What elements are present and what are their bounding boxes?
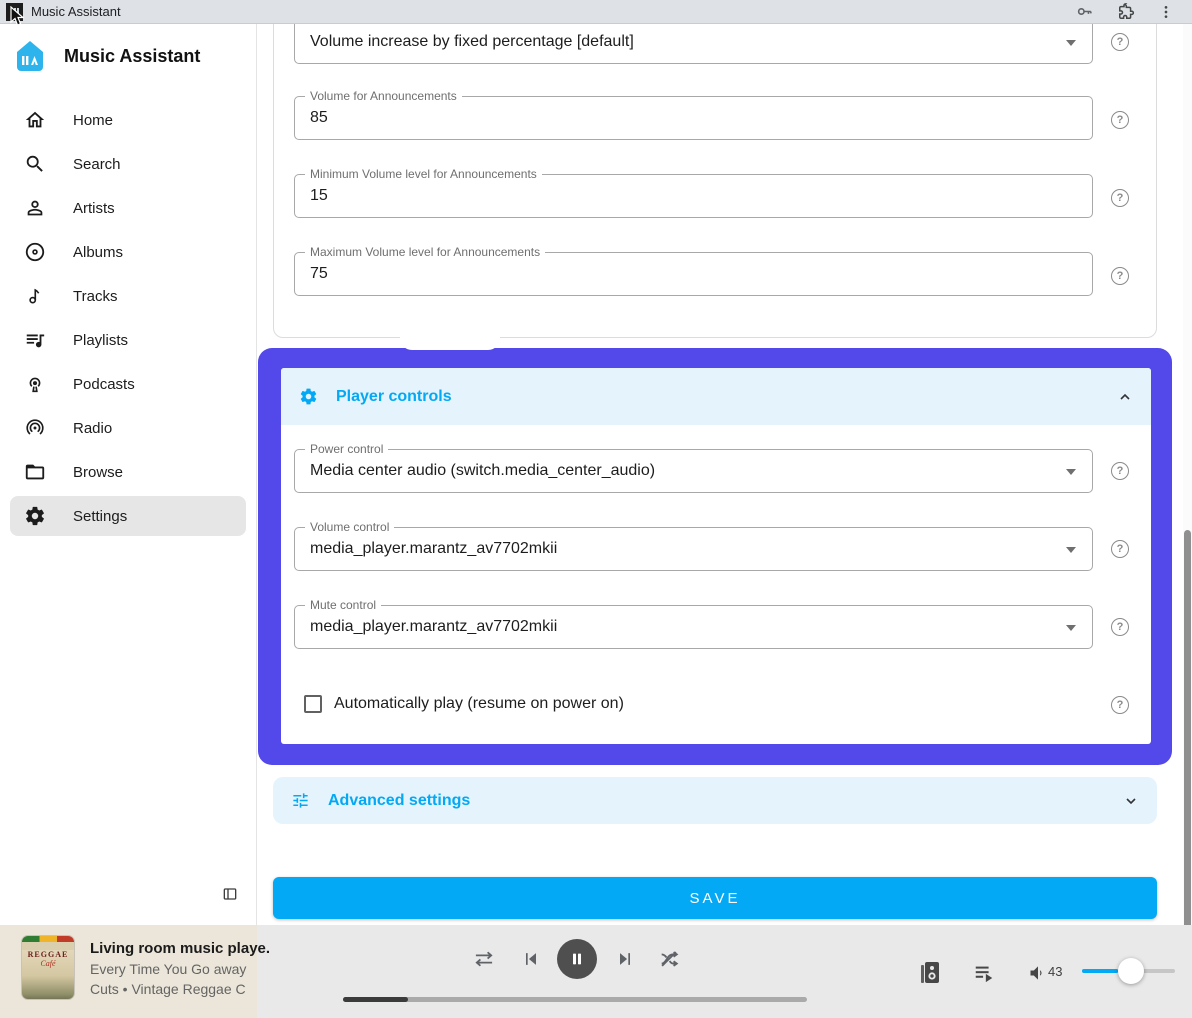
window-title: Music Assistant bbox=[31, 4, 1075, 19]
autoplay-checkbox[interactable] bbox=[304, 695, 322, 713]
mouse-cursor bbox=[10, 6, 26, 28]
chevron-down-icon bbox=[1066, 547, 1076, 553]
settings-content: Volume increase by fixed percentage [def… bbox=[257, 24, 1192, 925]
sidebar-item-label: Artists bbox=[73, 200, 115, 217]
sidebar-item-artists[interactable]: Artists bbox=[10, 188, 246, 228]
chevron-down-icon bbox=[1123, 793, 1139, 809]
player-controls-header[interactable]: Player controls bbox=[281, 368, 1151, 425]
sidebar-item-label: Settings bbox=[73, 508, 127, 525]
sidebar-item-settings[interactable]: Settings bbox=[10, 496, 246, 536]
sidebar-item-browse[interactable]: Browse bbox=[10, 452, 246, 492]
podcasts-icon bbox=[24, 373, 46, 395]
scrollbar-thumb[interactable] bbox=[1184, 530, 1191, 925]
sidebar-item-label: Search bbox=[73, 156, 121, 173]
progress-played bbox=[343, 997, 408, 1002]
volume-fill bbox=[1082, 969, 1118, 973]
advanced-settings-header[interactable]: Advanced settings bbox=[273, 777, 1157, 824]
section-title: Player controls bbox=[336, 388, 1117, 406]
now-playing-player-name: Living room music playe. bbox=[90, 940, 255, 957]
sidebar-item-label: Tracks bbox=[73, 288, 117, 305]
volume-icon[interactable] bbox=[1028, 963, 1048, 983]
mute-control-select[interactable]: Mute control media_player.marantz_av7702… bbox=[294, 605, 1093, 649]
sidebar-item-label: Albums bbox=[73, 244, 123, 261]
sidebar-item-search[interactable]: Search bbox=[10, 144, 246, 184]
autoplay-label: Automatically play (resume on power on) bbox=[334, 695, 624, 713]
settings-icon bbox=[24, 505, 46, 527]
pause-icon bbox=[569, 951, 585, 967]
sidebar-item-home[interactable]: Home bbox=[10, 100, 246, 140]
sidebar-item-label: Playlists bbox=[73, 332, 128, 349]
sidebar-item-albums[interactable]: Albums bbox=[10, 232, 246, 272]
volume-control-select[interactable]: Volume control media_player.marantz_av77… bbox=[294, 527, 1093, 571]
help-icon[interactable]: ? bbox=[1111, 540, 1129, 558]
save-button[interactable]: SAVE bbox=[273, 877, 1157, 919]
help-icon[interactable]: ? bbox=[1111, 462, 1129, 480]
page-scrollbar[interactable] bbox=[1183, 24, 1192, 925]
home-icon bbox=[24, 109, 46, 131]
cog-icon bbox=[299, 387, 318, 406]
sidebar-item-tracks[interactable]: Tracks bbox=[10, 276, 246, 316]
kebab-menu-icon[interactable] bbox=[1158, 3, 1174, 21]
sidebar-item-label: Podcasts bbox=[73, 376, 135, 393]
help-icon[interactable]: ? bbox=[1111, 111, 1129, 129]
sidebar-item-label: Browse bbox=[73, 464, 123, 481]
radio-icon bbox=[24, 417, 46, 439]
player-bar: REGGAE Café Living room music playe. Eve… bbox=[0, 925, 1192, 1018]
progress-bar[interactable] bbox=[343, 997, 807, 1002]
section-title: Advanced settings bbox=[328, 792, 1123, 810]
volume-thumb[interactable] bbox=[1118, 958, 1144, 984]
repeat-icon[interactable] bbox=[473, 950, 495, 968]
queue-playlist-icon[interactable] bbox=[972, 962, 996, 984]
now-playing-track: Every Time You Go away bbox=[90, 961, 255, 977]
extensions-puzzle-icon[interactable] bbox=[1116, 2, 1136, 22]
search-icon bbox=[24, 153, 46, 175]
chevron-down-icon bbox=[1066, 625, 1076, 631]
album-art[interactable]: REGGAE Café bbox=[22, 936, 74, 999]
artists-icon bbox=[24, 197, 46, 219]
collapse-sidebar-icon[interactable] bbox=[222, 886, 238, 902]
app-title: Music Assistant bbox=[64, 46, 200, 67]
albums-icon bbox=[24, 241, 46, 263]
help-icon[interactable]: ? bbox=[1111, 189, 1129, 207]
volume-slider[interactable] bbox=[1082, 969, 1175, 973]
pause-button[interactable] bbox=[557, 939, 597, 979]
sidebar-item-label: Radio bbox=[73, 420, 112, 437]
playlists-icon bbox=[24, 329, 46, 351]
now-playing-panel[interactable]: REGGAE Café Living room music playe. Eve… bbox=[0, 925, 257, 1018]
power-control-select[interactable]: Power control Media center audio (switch… bbox=[294, 449, 1093, 493]
tracks-icon bbox=[24, 285, 46, 307]
tune-icon bbox=[291, 791, 310, 810]
help-icon[interactable]: ? bbox=[1111, 33, 1129, 51]
chevron-up-icon[interactable] bbox=[1117, 389, 1133, 405]
player-controls-section: Player controls Power control Media cent… bbox=[258, 348, 1172, 765]
shuffle-off-icon[interactable] bbox=[658, 948, 680, 970]
sidebar: Music Assistant Home Search Artists Albu… bbox=[0, 24, 257, 925]
speaker-group-icon[interactable] bbox=[918, 960, 942, 986]
max-volume-field[interactable]: Maximum Volume level for Announcements 7… bbox=[294, 252, 1093, 296]
music-assistant-logo bbox=[12, 38, 48, 74]
window-titlebar: Music Assistant bbox=[0, 0, 1192, 24]
help-icon[interactable]: ? bbox=[1111, 267, 1129, 285]
help-icon[interactable]: ? bbox=[1111, 618, 1129, 636]
chevron-down-icon bbox=[1066, 469, 1076, 475]
browse-icon bbox=[24, 461, 46, 483]
skip-next-icon[interactable] bbox=[615, 949, 635, 969]
help-icon[interactable]: ? bbox=[1111, 696, 1129, 714]
volume-for-announcements-field[interactable]: Volume for Announcements 85 bbox=[294, 96, 1093, 140]
scroll-pill-artifact bbox=[400, 330, 500, 350]
sidebar-item-podcasts[interactable]: Podcasts bbox=[10, 364, 246, 404]
key-icon[interactable] bbox=[1075, 2, 1094, 21]
sidebar-item-playlists[interactable]: Playlists bbox=[10, 320, 246, 360]
min-volume-field[interactable]: Minimum Volume level for Announcements 1… bbox=[294, 174, 1093, 218]
sidebar-item-label: Home bbox=[73, 112, 113, 129]
volume-level: 43 bbox=[1048, 964, 1062, 979]
chevron-down-icon bbox=[1066, 40, 1076, 46]
sidebar-item-radio[interactable]: Radio bbox=[10, 408, 246, 448]
now-playing-album: Cuts • Vintage Reggae C bbox=[90, 981, 255, 997]
volume-strategy-select[interactable]: Volume increase by fixed percentage [def… bbox=[294, 24, 1093, 64]
skip-previous-icon[interactable] bbox=[521, 949, 541, 969]
